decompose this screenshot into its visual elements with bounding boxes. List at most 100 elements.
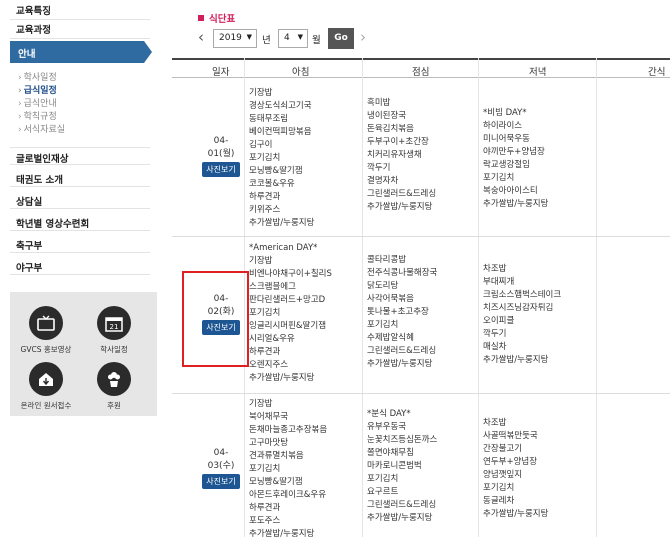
menu-item: 잉글리시머핀&딸기잼 bbox=[249, 321, 327, 331]
menu-item: 베이컨떡피망볶음 bbox=[249, 127, 312, 137]
sidebar-item-counseling[interactable]: 상담실 bbox=[10, 191, 150, 209]
menu-item: 닭도리탕 bbox=[367, 281, 399, 291]
menu-item: 사각어묵볶음 bbox=[367, 294, 414, 304]
menu-item: 동태무조림 bbox=[249, 114, 289, 124]
menu-item: 마카로니콘범벅 bbox=[367, 461, 422, 471]
month-select[interactable]: 4 ▼ bbox=[278, 29, 308, 48]
menu-item: *비빔 DAY* bbox=[483, 108, 527, 118]
menu-item: 차조밥 bbox=[483, 418, 507, 428]
photo-view-button[interactable]: 사진보기 bbox=[202, 474, 240, 489]
menu-item: 하루견과 bbox=[249, 192, 281, 202]
quick-link-academic-calendar[interactable]: 21 학사일정 bbox=[82, 306, 146, 355]
menu-item: 그린샐러드&드레싱 bbox=[367, 500, 437, 510]
menu-item: 냉이된장국 bbox=[367, 111, 407, 121]
sidebar-item-features[interactable]: 교육특징 bbox=[10, 3, 150, 20]
menu-item: 기장밥 bbox=[249, 88, 273, 98]
page-title-text: 식단표 bbox=[209, 14, 236, 25]
sidebar-item-baseball[interactable]: 야구부 bbox=[10, 257, 150, 275]
sub-item-label: 급식안내 bbox=[23, 99, 57, 109]
sub-item-label: 학칙규정 bbox=[23, 112, 57, 122]
menu-item: 하이라이스 bbox=[483, 121, 523, 131]
plant-icon bbox=[97, 362, 131, 396]
quick-link-label: GVCS 홍보영상 bbox=[20, 345, 72, 354]
col-date: 일자 bbox=[212, 67, 230, 78]
sub-item-label: 급식일정 bbox=[23, 86, 57, 96]
menu-item: 차조밥 bbox=[483, 264, 507, 274]
menu-item: 매실차 bbox=[483, 342, 507, 352]
quick-link-sponsor[interactable]: 후원 bbox=[82, 362, 146, 411]
menu-item: 포기김치 bbox=[483, 483, 515, 493]
date-cell: 04- 03(수) 사진보기 bbox=[198, 447, 244, 489]
menu-item: 부대찌개 bbox=[483, 277, 515, 287]
quick-link-promo-video[interactable]: GVCS 홍보영상 bbox=[14, 306, 78, 355]
lunch-cell: *분식 DAY* 유부우동국 눈꽃치즈등심돈까스 쫄면야채무침 마카로니콘범벅 포기김치 요… bbox=[367, 408, 437, 525]
menu-item: 스크램블에그 bbox=[249, 282, 296, 292]
go-button[interactable]: Go bbox=[328, 28, 354, 49]
menu-item: 사골떡볶만둣국 bbox=[483, 431, 538, 441]
sub-item-rules[interactable]: › 학칙규정 bbox=[18, 109, 57, 122]
breakfast-cell: 기장밥 경상도식쇠고기국 동태무조림 베이컨떡피망볶음 김구이 포기김치 모닝빵&딸기잼 코코… bbox=[249, 87, 314, 230]
menu-item: 치커리유자생채 bbox=[367, 150, 422, 160]
sidebar: 교육특징 교육과정 안내 › 학사일정 › 급식일정 › 급식안내 › 학칙규정 › 서식… bbox=[0, 0, 157, 537]
menu-item: 콜타리콩밥 bbox=[367, 255, 407, 265]
dinner-cell: 차조밥 사골떡볶만둣국 간장불고기 연두부+양념장 양념깻잎지 포기김치 동글레차 추가쌀밥/… bbox=[483, 417, 548, 521]
menu-item: 코코볼&우유 bbox=[249, 179, 295, 189]
menu-item: 유부우동국 bbox=[367, 422, 407, 432]
menu-item: *American DAY* bbox=[249, 243, 318, 253]
menu-item: 동글레차 bbox=[483, 496, 515, 506]
calendar-icon: 21 bbox=[97, 306, 131, 340]
bullet-icon: › bbox=[18, 99, 22, 109]
menu-item: 양념깻잎지 bbox=[483, 470, 523, 480]
menu-item: 추가쌀밥/누룽지탕 bbox=[483, 355, 549, 365]
sub-item-label: 서식자료실 bbox=[23, 125, 66, 135]
prev-month-icon[interactable]: ‹ bbox=[198, 28, 204, 46]
quick-link-label: 후원 bbox=[107, 401, 121, 410]
quick-link-label: 온라인 원서접수 bbox=[20, 401, 72, 410]
year-select[interactable]: 2019 ▼ bbox=[213, 29, 257, 48]
menu-item: 기장밥 bbox=[249, 399, 273, 409]
menu-item: 복숭아아이스티 bbox=[483, 186, 538, 196]
highlight-box bbox=[182, 271, 249, 367]
menu-item: 포기김치 bbox=[483, 173, 515, 183]
menu-item: 비엔나야채구이+칠리S bbox=[249, 269, 332, 279]
sidebar-item-curriculum[interactable]: 교육과정 bbox=[10, 22, 150, 39]
svg-text:21: 21 bbox=[110, 323, 119, 331]
page-title: 식단표 bbox=[198, 11, 235, 25]
col-breakfast: 아침 bbox=[292, 67, 310, 78]
quick-links: GVCS 홍보영상 21 학사일정 온라인 원서접수 후원 bbox=[10, 292, 157, 416]
menu-item: 하루견과 bbox=[249, 347, 281, 357]
menu-item: 크림소스햄벅스테이크 bbox=[483, 290, 562, 300]
photo-view-button[interactable]: 사진보기 bbox=[202, 162, 240, 177]
menu-item: 눈꽃치즈등심돈까스 bbox=[367, 435, 438, 445]
menu-item: 그린샐러드&드레싱 bbox=[367, 346, 437, 356]
menu-item: 깍두기 bbox=[367, 163, 391, 173]
menu-item: 김구이 bbox=[249, 140, 273, 150]
breakfast-cell: 기장밥 북어채무국 돈채마늘종고추장볶음 고구마맛탕 견과류멸치볶음 포기김치 모닝빵&딸기… bbox=[249, 398, 327, 537]
dinner-cell: *비빔 DAY* 하이라이스 미니어묵우동 야끼만두+양념장 락교생강절임 포기김치 복숭아… bbox=[483, 107, 548, 211]
house-icon bbox=[29, 362, 63, 396]
menu-item: *분식 DAY* bbox=[367, 409, 411, 419]
next-month-icon[interactable]: › bbox=[360, 28, 366, 46]
sidebar-item-soccer[interactable]: 축구부 bbox=[10, 235, 150, 253]
quick-link-online-application[interactable]: 온라인 원서접수 bbox=[14, 362, 78, 411]
sidebar-item-global-talent[interactable]: 글로벌인재상 bbox=[10, 147, 150, 165]
menu-item: 시리얼&우유 bbox=[249, 334, 295, 344]
sub-item-academic-schedule[interactable]: › 학사일정 bbox=[18, 70, 57, 83]
month-value: 4 bbox=[284, 33, 290, 43]
sidebar-item-retreat[interactable]: 학년별 영상수련회 bbox=[10, 213, 150, 231]
menu-item: 고구마맛탕 bbox=[249, 438, 289, 448]
menu-item: 아몬드후레이크&우유 bbox=[249, 490, 327, 500]
sidebar-item-guide[interactable]: 안내 bbox=[10, 41, 152, 63]
sidebar-item-taekwondo[interactable]: 태권도 소개 bbox=[10, 169, 150, 187]
sub-item-meal-guide[interactable]: › 급식안내 bbox=[18, 96, 57, 109]
sub-item-meal-schedule[interactable]: › 급식일정 bbox=[18, 83, 57, 96]
menu-item: 락교생강절임 bbox=[483, 160, 530, 170]
menu-item: 톳나물+초고추장 bbox=[367, 307, 429, 317]
menu-item: 포기김치 bbox=[249, 464, 281, 474]
menu-item: 하루견과 bbox=[249, 503, 281, 513]
sub-item-forms[interactable]: › 서식자료실 bbox=[18, 122, 65, 135]
menu-item: 결명자차 bbox=[367, 176, 399, 186]
menu-item: 추가쌀밥/누룽지탕 bbox=[367, 202, 433, 212]
menu-item: 깍두기 bbox=[483, 329, 507, 339]
breakfast-cell: *American DAY* 기장밥 비엔나야채구이+칠리S 스크램블에그 판다린샐러드… bbox=[249, 242, 332, 385]
